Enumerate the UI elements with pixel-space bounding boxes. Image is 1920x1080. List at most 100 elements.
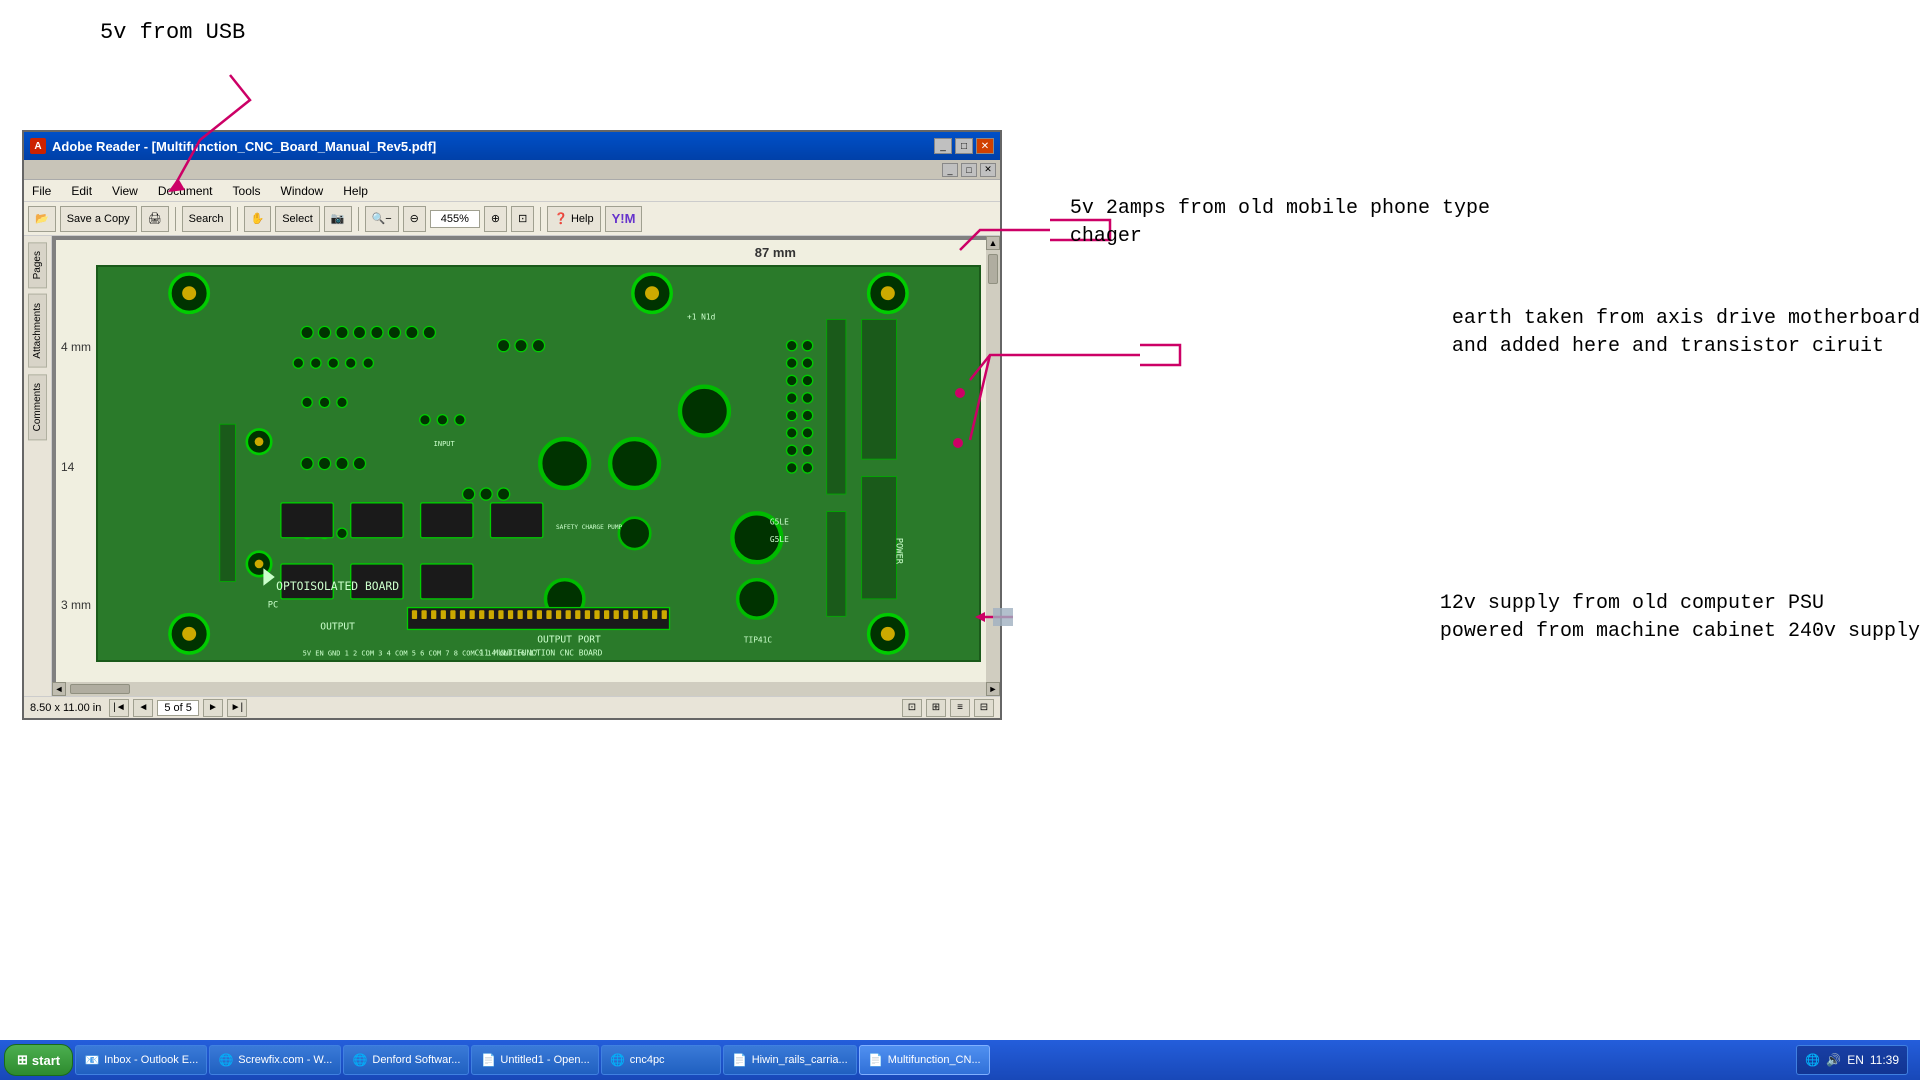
- scroll-up-button[interactable]: ▲: [986, 236, 1000, 250]
- dim-3mm-label: 3 mm: [61, 598, 91, 612]
- adobe-reader-window: A Adobe Reader - [Multifunction_CNC_Boar…: [22, 130, 1002, 720]
- svg-text:INPUT: INPUT: [434, 440, 456, 448]
- scroll-left-button[interactable]: ◄: [52, 682, 66, 696]
- pcb-green-board: OPTOISOLATED BOARD OUTPUT OUTPUT PORT C1…: [96, 265, 981, 662]
- svg-text:5V EN GND 1 2 COM 3 4 COM 5 6: 5V EN GND 1 2 COM 3 4 COM 5 6 COM 7 8 CO…: [303, 650, 538, 658]
- menu-document[interactable]: Document: [154, 182, 217, 200]
- status-btn-2[interactable]: ⊞: [926, 699, 946, 717]
- annotation-earth: earth taken from axis drive motherboard …: [1452, 305, 1920, 361]
- taskbar-right: 🌐 🔊 EN 11:39: [1796, 1045, 1916, 1075]
- zoom-out-button[interactable]: 🔍−: [365, 206, 399, 232]
- side-panel: Pages Attachments Comments: [24, 236, 52, 696]
- zoom-value[interactable]: 455%: [430, 210, 480, 228]
- dim-87mm-label: 87 mm: [755, 245, 796, 260]
- search-button[interactable]: Search: [182, 206, 231, 232]
- status-right: ⊡ ⊞ ≡ ⊟: [902, 699, 994, 717]
- network-icon: 🌐: [1805, 1053, 1820, 1067]
- taskbar-label-6: Multifunction_CN...: [888, 1054, 981, 1066]
- mdi-minimize[interactable]: _: [942, 163, 958, 177]
- menu-view[interactable]: View: [108, 182, 142, 200]
- menu-bar: File Edit View Document Tools Window Hel…: [24, 180, 1000, 202]
- annotation-12v: 12v supply from old computer PSU powered…: [1440, 590, 1920, 646]
- taskbar-icon-0: 📧: [84, 1052, 100, 1068]
- select-button[interactable]: Select: [275, 206, 320, 232]
- taskbar-icon-5: 📄: [732, 1052, 748, 1068]
- menu-edit[interactable]: Edit: [67, 182, 96, 200]
- taskbar-item-5[interactable]: 📄 Hiwin_rails_carria...: [723, 1045, 857, 1075]
- zoom-in-button[interactable]: ⊕: [484, 206, 507, 232]
- taskbar-item-6[interactable]: 📄 Multifunction_CN...: [859, 1045, 990, 1075]
- maximize-button[interactable]: □: [955, 138, 973, 154]
- taskbar-label-0: Inbox - Outlook E...: [104, 1054, 198, 1066]
- snapshot-button[interactable]: 📷: [324, 206, 352, 232]
- minimize-button[interactable]: _: [934, 138, 952, 154]
- taskbar-label-4: cnc4pc: [630, 1054, 665, 1066]
- svg-text:PC: PC: [268, 601, 279, 611]
- prev-page-button[interactable]: ◄: [133, 699, 153, 717]
- volume-icon: 🔊: [1826, 1053, 1841, 1067]
- annotation-usb: 5v from USB: [100, 20, 245, 45]
- sep2: [237, 207, 238, 231]
- sep3: [358, 207, 359, 231]
- svg-text:TIP41C: TIP41C: [744, 636, 773, 645]
- pdf-viewer: 87 mm 4 mm 3 mm 14: [52, 236, 1000, 696]
- taskbar-item-2[interactable]: 🌐 Denford Softwar...: [343, 1045, 469, 1075]
- pages-tab[interactable]: Pages: [28, 242, 47, 288]
- attachments-tab[interactable]: Attachments: [28, 294, 47, 368]
- title-bar: A Adobe Reader - [Multifunction_CNC_Boar…: [24, 132, 1000, 160]
- sep4: [540, 207, 541, 231]
- svg-text:POWER: POWER: [894, 538, 904, 565]
- taskbar-item-1[interactable]: 🌐 Screwfix.com - W...: [209, 1045, 341, 1075]
- next-page-button[interactable]: ►: [203, 699, 223, 717]
- svg-text:OUTPUT PORT: OUTPUT PORT: [537, 635, 601, 646]
- first-page-button[interactable]: |◄: [109, 699, 129, 717]
- taskbar-item-4[interactable]: 🌐 cnc4pc: [601, 1045, 721, 1075]
- taskbar-icon-6: 📄: [868, 1052, 884, 1068]
- sep1: [175, 207, 176, 231]
- scroll-thumb-v[interactable]: [988, 254, 998, 284]
- save-copy-button[interactable]: Save a Copy: [60, 206, 137, 232]
- yahoo-button[interactable]: Y!M: [605, 206, 643, 232]
- start-button[interactable]: ⊞ start: [4, 1044, 73, 1076]
- status-bar: 8.50 x 11.00 in |◄ ◄ 5 of 5 ► ►| ⊡ ⊞ ≡ ⊟: [24, 696, 1000, 718]
- taskbar-label-1: Screwfix.com - W...: [238, 1054, 332, 1066]
- annotation-charger: 5v 2amps from old mobile phone type chag…: [1070, 195, 1490, 251]
- vertical-scrollbar[interactable]: ▲ ▼: [986, 236, 1000, 696]
- status-btn-4[interactable]: ⊟: [974, 699, 994, 717]
- last-page-button[interactable]: ►|: [227, 699, 247, 717]
- menu-window[interactable]: Window: [277, 182, 328, 200]
- comments-tab[interactable]: Comments: [28, 374, 47, 440]
- taskbar-item-3[interactable]: 📄 Untitled1 - Open...: [471, 1045, 598, 1075]
- taskbar-icon-2: 🌐: [352, 1052, 368, 1068]
- content-area: Pages Attachments Comments 87 mm 4 mm 3 …: [24, 236, 1000, 696]
- close-button[interactable]: ✕: [976, 138, 994, 154]
- zoom-in-btn-sm[interactable]: ⊖: [403, 206, 426, 232]
- title-bar-left: A Adobe Reader - [Multifunction_CNC_Boar…: [30, 138, 436, 154]
- window-controls: _ □ ✕: [934, 138, 994, 154]
- hand-tool[interactable]: ✋: [244, 206, 272, 232]
- start-icon: ⊞: [17, 1052, 28, 1068]
- taskbar-label-2: Denford Softwar...: [372, 1054, 460, 1066]
- pcb-board: 87 mm 4 mm 3 mm 14: [56, 240, 996, 692]
- page-dimensions: 8.50 x 11.00 in: [30, 702, 101, 714]
- taskbar-icon-3: 📄: [480, 1052, 496, 1068]
- menu-help[interactable]: Help: [339, 182, 372, 200]
- status-btn-3[interactable]: ≡: [950, 699, 970, 717]
- pcb-page: 87 mm 4 mm 3 mm 14: [56, 240, 996, 692]
- scroll-right-button[interactable]: ►: [986, 682, 1000, 696]
- help-button[interactable]: ❓ Help: [547, 206, 600, 232]
- fit-page-button[interactable]: ⊡: [511, 206, 534, 232]
- page-indicator[interactable]: 5 of 5: [157, 700, 199, 716]
- mdi-maximize[interactable]: □: [961, 163, 977, 177]
- scroll-thumb-h[interactable]: [70, 684, 130, 694]
- clock: 11:39: [1870, 1053, 1899, 1067]
- open-button[interactable]: 📂: [28, 206, 56, 232]
- status-btn-1[interactable]: ⊡: [902, 699, 922, 717]
- menu-file[interactable]: File: [28, 182, 55, 200]
- taskbar-item-0[interactable]: 📧 Inbox - Outlook E...: [75, 1045, 207, 1075]
- menu-tools[interactable]: Tools: [229, 182, 265, 200]
- svg-text:OUTPUT: OUTPUT: [320, 621, 355, 632]
- horizontal-scrollbar[interactable]: ◄ ►: [52, 682, 1000, 696]
- mdi-close[interactable]: ✕: [980, 163, 996, 177]
- print-button[interactable]: 🖨: [141, 206, 169, 232]
